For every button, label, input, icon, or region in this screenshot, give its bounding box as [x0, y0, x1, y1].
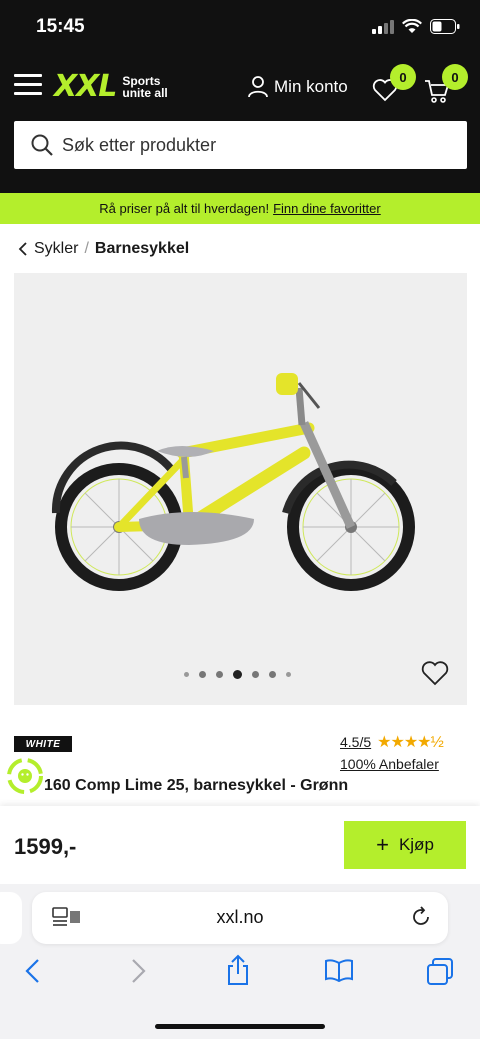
rating-block[interactable]: 4.5/5 ★★★★½ 100% Anbefaler — [340, 732, 444, 772]
sticky-buy-bar: 1599,- + Kjøp — [0, 806, 480, 884]
site-header: XXL Sports unite all Min konto 0 0 Søk e… — [0, 56, 480, 193]
previous-tab-preview[interactable] — [0, 892, 22, 944]
wishlist-count-badge: 0 — [390, 64, 416, 90]
logo-tagline: Sports unite all — [122, 75, 167, 99]
rating-value[interactable]: 4.5/5 — [340, 734, 371, 750]
gallery-pagination — [184, 670, 291, 679]
back-icon[interactable] — [24, 958, 42, 984]
gallery-dot[interactable] — [269, 671, 276, 678]
forward-icon[interactable] — [129, 958, 147, 984]
gallery-dot[interactable] — [286, 672, 291, 677]
logo-tagline-line-2: unite all — [122, 85, 168, 100]
search-input[interactable]: Søk etter produkter — [14, 121, 467, 169]
account-label: Min konto — [274, 77, 348, 96]
wifi-icon — [402, 19, 422, 33]
hamburger-menu-button[interactable] — [14, 74, 42, 96]
wishlist-button[interactable]: 0 — [372, 64, 416, 107]
add-to-favorites-button[interactable] — [421, 660, 449, 691]
promo-text: Rå priser på alt til hverdagen! — [99, 201, 270, 216]
product-image — [51, 373, 415, 591]
chat-widget-button[interactable] — [6, 757, 44, 795]
browser-toolbar — [0, 954, 480, 994]
promo-banner: Rå priser på alt til hverdagen! Finn din… — [0, 193, 480, 224]
cart-count-badge: 0 — [442, 64, 468, 90]
menu-line-icon — [14, 92, 42, 95]
breadcrumb-current: Barnesykkel — [94, 240, 190, 257]
product-price: 1599,- — [14, 834, 77, 859]
breadcrumb: Sykler / Barnesykkel — [18, 240, 189, 258]
product-image-gallery[interactable] — [14, 273, 467, 705]
chain-guard — [139, 512, 254, 545]
gallery-dot[interactable] — [199, 671, 206, 678]
user-icon — [248, 76, 268, 98]
logo-wordmark: XXL — [54, 69, 117, 104]
bookmarks-icon[interactable] — [324, 958, 354, 982]
breadcrumb-separator: / — [84, 240, 89, 257]
search-placeholder: Søk etter produkter — [62, 134, 217, 155]
cellular-signal-icon — [372, 19, 394, 34]
search-icon — [31, 134, 53, 156]
browser-chrome: xxl.no — [0, 884, 480, 1039]
reload-icon[interactable] — [410, 906, 432, 928]
menu-line-icon — [14, 74, 42, 77]
gallery-dot[interactable] — [184, 672, 189, 677]
chat-widget-icon — [7, 758, 43, 794]
plus-icon: + — [376, 832, 389, 857]
gallery-dot[interactable] — [252, 671, 259, 678]
gallery-dot-active[interactable] — [233, 670, 242, 679]
cart-button[interactable]: 0 — [424, 64, 468, 109]
site-logo[interactable]: XXL Sports unite all — [54, 69, 168, 104]
address-bar[interactable]: xxl.no — [32, 892, 448, 944]
chevron-left-icon[interactable] — [18, 242, 28, 256]
heart-icon — [421, 661, 449, 686]
breadcrumb-parent-link[interactable]: Sykler — [34, 240, 78, 258]
promo-link[interactable]: Finn dine favoritter — [273, 201, 381, 216]
gallery-dot[interactable] — [216, 671, 223, 678]
battery-icon — [430, 19, 460, 34]
buy-button-label: Kjøp — [398, 835, 434, 854]
account-link[interactable]: Min konto — [248, 76, 348, 98]
status-icons — [372, 19, 460, 34]
product-title: 160 Comp Lime 25, barnesykkel - Grønn — [44, 777, 349, 794]
status-bar: 15:45 — [0, 0, 480, 56]
handlebar — [276, 373, 321, 426]
home-indicator — [155, 1024, 325, 1029]
url-text: xxl.no — [216, 907, 264, 927]
status-time: 15:45 — [36, 16, 85, 37]
brand-logo[interactable]: WHITE — [14, 736, 72, 752]
star-rating-icon: ★★★★½ — [377, 734, 444, 751]
share-icon[interactable] — [226, 954, 250, 986]
recommend-rate[interactable]: 100% Anbefaler — [340, 756, 443, 772]
buy-button[interactable]: + Kjøp — [344, 821, 466, 869]
menu-line-icon — [14, 83, 42, 86]
tabs-icon[interactable] — [426, 958, 454, 986]
